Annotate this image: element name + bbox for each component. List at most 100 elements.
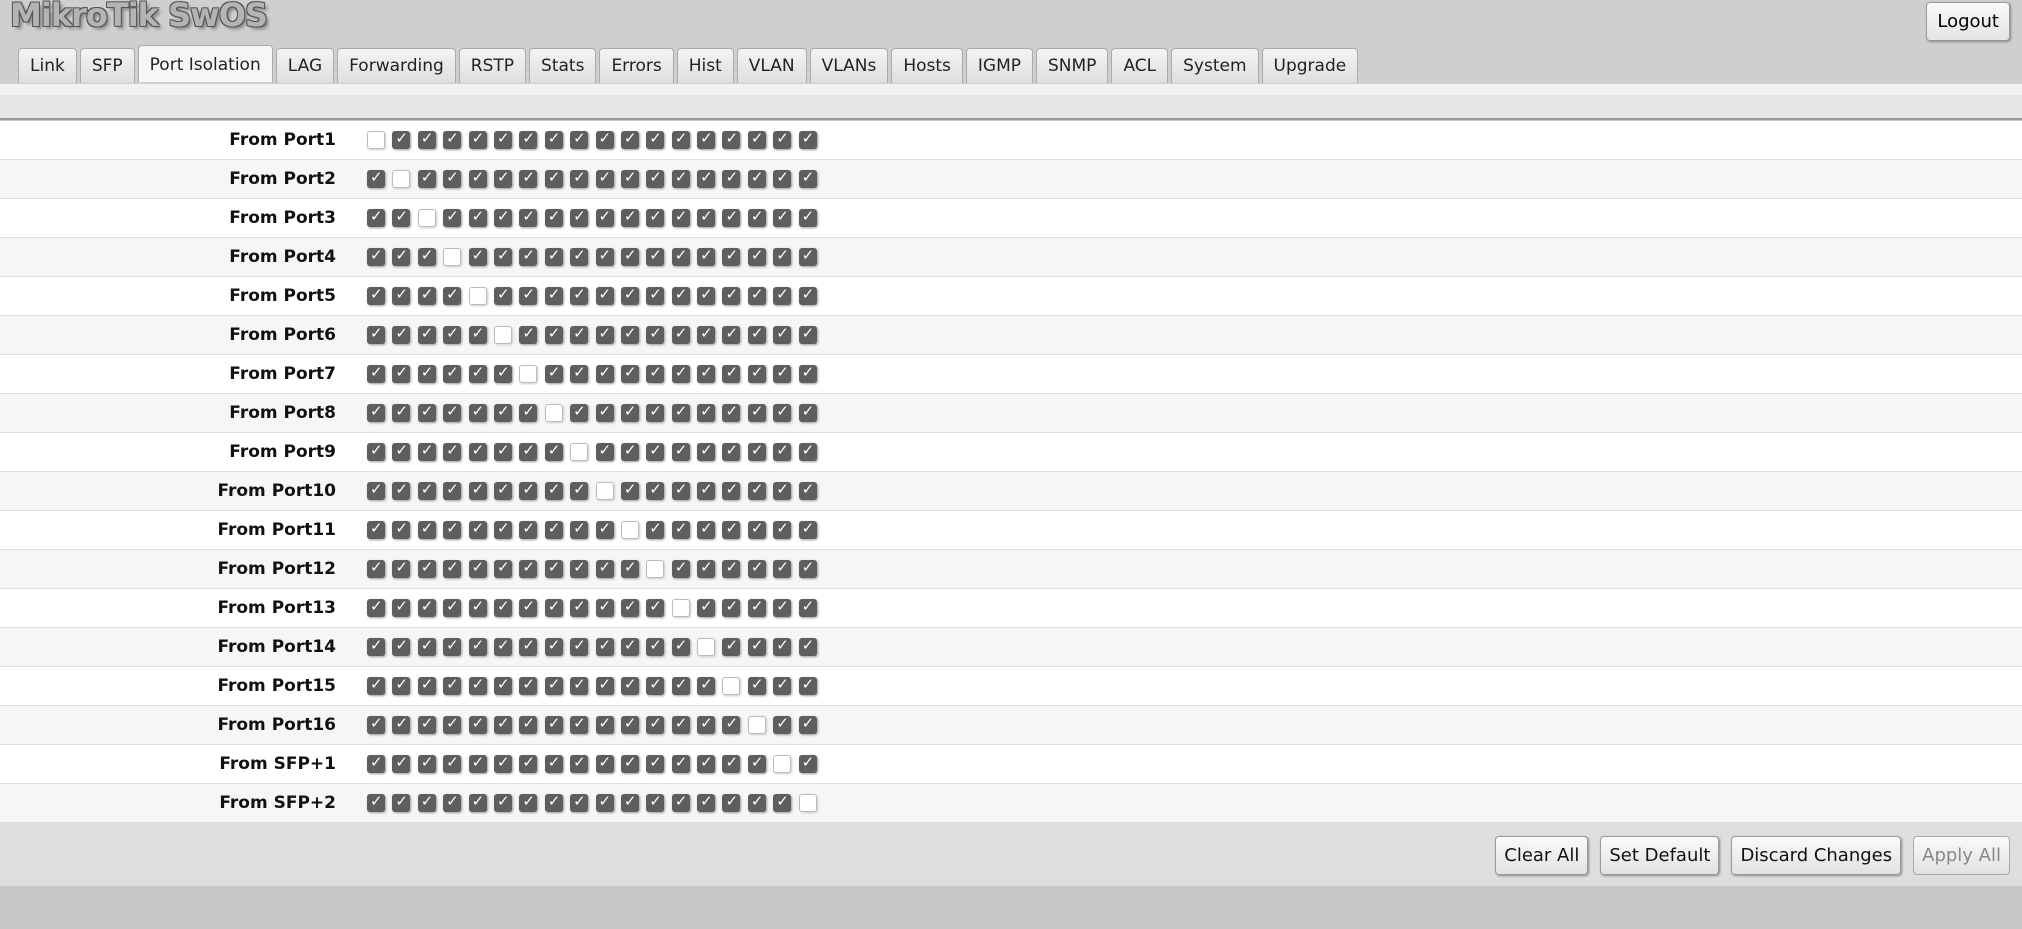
port-checkbox[interactable] [620,285,639,305]
port-checkbox[interactable] [620,402,639,422]
port-checkbox[interactable] [722,324,741,344]
port-checkbox[interactable] [443,207,462,227]
port-checkbox[interactable] [595,246,614,266]
tab-igmp[interactable]: IGMP [965,48,1033,83]
port-checkbox[interactable] [798,402,817,422]
port-checkbox[interactable] [493,480,512,500]
port-checkbox[interactable] [493,636,512,656]
port-checkbox[interactable] [747,363,766,383]
port-checkbox[interactable] [367,131,385,149]
port-checkbox[interactable] [697,129,716,149]
port-checkbox[interactable] [468,519,487,539]
port-checkbox[interactable] [646,714,665,734]
port-checkbox[interactable] [519,324,538,344]
tab-link[interactable]: Link [18,48,77,83]
port-checkbox[interactable] [798,246,817,266]
port-checkbox[interactable] [417,363,436,383]
tab-acl[interactable]: ACL [1111,48,1169,83]
port-checkbox[interactable] [773,636,792,656]
tab-lag[interactable]: LAG [275,48,335,83]
port-checkbox[interactable] [493,675,512,695]
port-checkbox[interactable] [697,519,716,539]
port-checkbox[interactable] [443,558,462,578]
port-checkbox[interactable] [697,792,716,812]
port-checkbox[interactable] [595,558,614,578]
port-checkbox[interactable] [443,480,462,500]
port-checkbox[interactable] [646,675,665,695]
port-checkbox[interactable] [773,246,792,266]
port-checkbox[interactable] [671,129,690,149]
port-checkbox[interactable] [519,207,538,227]
port-checkbox[interactable] [367,636,385,656]
port-checkbox[interactable] [544,129,563,149]
port-checkbox[interactable] [697,246,716,266]
port-checkbox[interactable] [544,404,563,422]
port-checkbox[interactable] [367,480,385,500]
port-checkbox[interactable] [493,714,512,734]
port-checkbox[interactable] [671,636,690,656]
port-checkbox[interactable] [367,441,385,461]
port-checkbox[interactable] [493,326,512,344]
port-checkbox[interactable] [697,597,716,617]
port-checkbox[interactable] [595,168,614,188]
port-checkbox[interactable] [544,753,563,773]
port-checkbox[interactable] [620,753,639,773]
port-checkbox[interactable] [773,168,792,188]
port-checkbox[interactable] [722,285,741,305]
port-checkbox[interactable] [570,363,589,383]
port-checkbox[interactable] [620,168,639,188]
port-checkbox[interactable] [392,519,411,539]
port-checkbox[interactable] [671,558,690,578]
port-checkbox[interactable] [646,519,665,539]
port-checkbox[interactable] [747,246,766,266]
port-checkbox[interactable] [417,441,436,461]
port-checkbox[interactable] [697,638,716,656]
port-checkbox[interactable] [519,597,538,617]
port-checkbox[interactable] [493,285,512,305]
port-checkbox[interactable] [493,753,512,773]
port-checkbox[interactable] [367,675,385,695]
port-checkbox[interactable] [620,558,639,578]
port-checkbox[interactable] [646,207,665,227]
port-checkbox[interactable] [443,753,462,773]
port-checkbox[interactable] [671,675,690,695]
port-checkbox[interactable] [392,207,411,227]
logout-button[interactable]: Logout [1926,2,2010,41]
port-checkbox[interactable] [544,480,563,500]
port-checkbox[interactable] [392,324,411,344]
port-checkbox[interactable] [773,402,792,422]
tab-forwarding[interactable]: Forwarding [337,48,456,83]
port-checkbox[interactable] [747,675,766,695]
port-checkbox[interactable] [722,753,741,773]
port-checkbox[interactable] [773,792,792,812]
port-checkbox[interactable] [646,792,665,812]
port-checkbox[interactable] [646,285,665,305]
port-checkbox[interactable] [392,170,411,188]
port-checkbox[interactable] [595,402,614,422]
port-checkbox[interactable] [595,636,614,656]
port-checkbox[interactable] [417,558,436,578]
port-checkbox[interactable] [443,441,462,461]
port-checkbox[interactable] [468,129,487,149]
port-checkbox[interactable] [671,792,690,812]
port-checkbox[interactable] [519,402,538,422]
port-checkbox[interactable] [671,168,690,188]
port-checkbox[interactable] [417,285,436,305]
port-checkbox[interactable] [544,207,563,227]
tab-stats[interactable]: Stats [529,48,597,83]
port-checkbox[interactable] [620,480,639,500]
port-checkbox[interactable] [493,792,512,812]
port-checkbox[interactable] [417,519,436,539]
port-checkbox[interactable] [519,675,538,695]
port-checkbox[interactable] [747,441,766,461]
port-checkbox[interactable] [773,597,792,617]
port-checkbox[interactable] [722,558,741,578]
port-checkbox[interactable] [722,597,741,617]
port-checkbox[interactable] [595,519,614,539]
port-checkbox[interactable] [570,792,589,812]
port-checkbox[interactable] [468,441,487,461]
port-checkbox[interactable] [620,363,639,383]
port-checkbox[interactable] [773,675,792,695]
port-checkbox[interactable] [773,519,792,539]
port-checkbox[interactable] [671,285,690,305]
